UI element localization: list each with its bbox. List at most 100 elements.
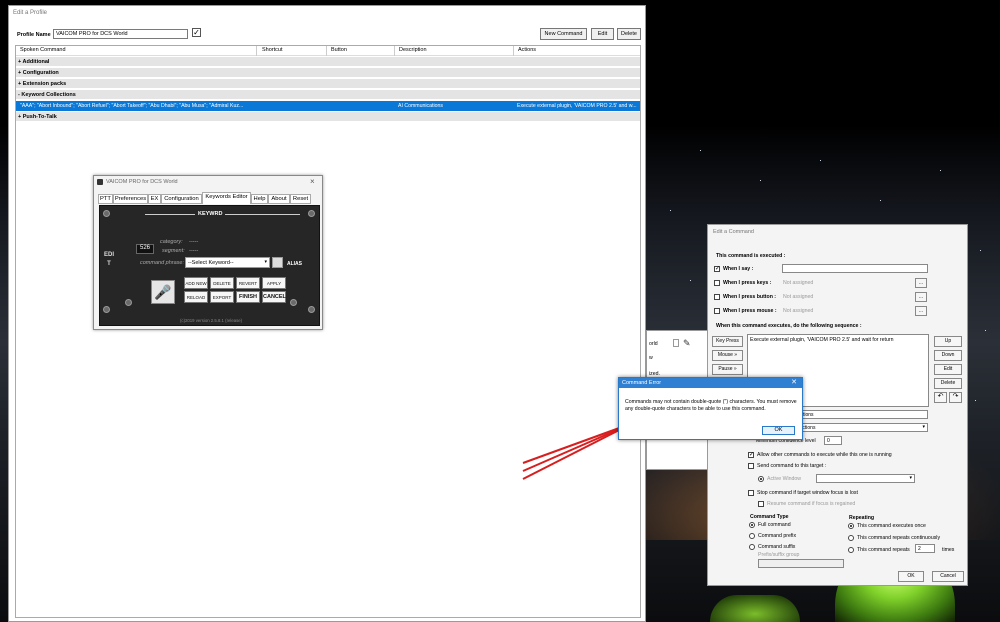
alias-label: ALIAS xyxy=(287,261,302,267)
button-browse-button[interactable]: ... xyxy=(915,292,927,302)
column-description[interactable]: Description xyxy=(399,47,427,53)
allow-others-checkbox[interactable]: ✓ xyxy=(748,452,754,458)
when-i-say-checkbox[interactable]: ✓ xyxy=(714,266,720,272)
column-button[interactable]: Button xyxy=(331,47,347,53)
repeating-title: Repeating xyxy=(849,515,875,521)
prefix-label: Command prefix xyxy=(758,533,797,539)
send-target-checkbox[interactable] xyxy=(748,463,754,469)
spoken-phrase-input[interactable] xyxy=(782,264,928,273)
prefix-group-select[interactable] xyxy=(758,559,844,568)
column-actions[interactable]: Actions xyxy=(518,47,536,53)
delete-button[interactable]: Delete xyxy=(617,28,641,40)
full-command-radio[interactable] xyxy=(749,522,755,528)
group-keyword-collections[interactable]: - Keyword Collections xyxy=(16,90,640,100)
cell-actions: Execute external plugin, 'VAICOM PRO 2.5… xyxy=(517,103,637,109)
keyword-number: 526 xyxy=(136,244,154,254)
error-title: Command Error xyxy=(622,380,662,386)
reload-button[interactable]: RELOAD xyxy=(184,291,208,303)
keyword-select[interactable]: --Select Keyword-- ▾ xyxy=(185,257,270,268)
tab-keywords-editor[interactable]: Keywords Editor xyxy=(202,192,251,204)
tab-ex[interactable]: EX xyxy=(148,194,161,204)
repeats-count-radio[interactable] xyxy=(848,547,854,553)
undo-icon[interactable]: ↶ xyxy=(934,392,947,403)
add-new-button[interactable]: ADD NEW xyxy=(184,277,208,289)
mouse-button[interactable]: Mouse » xyxy=(712,350,743,361)
delete-action-button[interactable]: Delete xyxy=(934,378,962,389)
delete-keyword-button[interactable]: DELETE xyxy=(210,277,234,289)
cell-spoken: "AAA"; "Abort Inbound"; "Abort Refuel"; … xyxy=(20,103,244,109)
ok-button[interactable]: OK xyxy=(898,571,924,582)
keyword-select-value: --Select Keyword-- xyxy=(188,260,234,266)
finish-button[interactable]: FINISH xyxy=(236,291,260,303)
column-shortcut[interactable]: Shortcut xyxy=(262,47,282,53)
repeat-count-stepper[interactable]: 2 xyxy=(915,544,935,553)
executes-once-radio[interactable] xyxy=(848,523,854,529)
mouse-checkbox[interactable] xyxy=(714,308,720,314)
vaicom-window: VAICOM PRO for DCS World × PTT Preferenc… xyxy=(93,175,323,330)
alias-toggle[interactable] xyxy=(272,257,283,268)
down-button[interactable]: Down xyxy=(934,350,962,361)
tent-silhouette xyxy=(710,595,800,622)
microphone-icon[interactable]: 🎤 xyxy=(151,280,175,304)
button-checkbox[interactable] xyxy=(714,294,720,300)
stop-focus-checkbox[interactable] xyxy=(748,490,754,496)
tab-configuration[interactable]: Configuration xyxy=(161,194,202,204)
tab-ptt[interactable]: PTT xyxy=(98,194,113,204)
when-i-say-label: When I say : xyxy=(723,266,754,272)
send-target-label: Send command to this target : xyxy=(757,463,827,469)
keys-browse-button[interactable]: ... xyxy=(915,278,927,288)
mouse-browse-button[interactable]: ... xyxy=(915,306,927,316)
cell-description: AI Communications xyxy=(398,103,443,109)
command-phrase-label: command phrase: xyxy=(140,260,185,266)
window-title: Edit a Profile xyxy=(9,6,645,20)
repeat-count-value: 2 xyxy=(918,546,921,552)
key-press-button[interactable]: Key Press xyxy=(712,336,743,347)
tab-reset[interactable]: Reset xyxy=(290,194,311,204)
target-window-select[interactable]: ▾ xyxy=(816,474,915,483)
version-text: (c)2019 version 2.5.8.1 (release) xyxy=(180,318,243,323)
export-button[interactable]: EXPORT xyxy=(210,291,234,303)
tab-about[interactable]: About xyxy=(268,194,290,204)
new-command-button[interactable]: New Command xyxy=(540,28,587,40)
group-extension-packs[interactable]: + Extension packs xyxy=(16,79,640,89)
group-push-to-talk[interactable]: + Push-To-Talk xyxy=(16,112,640,122)
fragment-text-1: orld xyxy=(649,341,658,347)
apply-button[interactable]: APPLY xyxy=(262,277,286,289)
pause-button[interactable]: Pause » xyxy=(712,364,743,375)
active-window-radio[interactable] xyxy=(758,476,764,482)
category-select[interactable]: Collections ▾ xyxy=(788,423,928,432)
command-error-dialog: Command Error ✕ Commands may not contain… xyxy=(618,377,803,440)
mouse-not-assigned: Not assigned xyxy=(783,308,814,314)
suffix-radio[interactable] xyxy=(749,544,755,550)
group-configuration[interactable]: + Configuration xyxy=(16,68,640,78)
list-item[interactable]: Execute external plugin, 'VAICOM PRO 2.5… xyxy=(750,337,893,343)
tab-preferences[interactable]: Preferences xyxy=(113,194,148,204)
resume-focus-checkbox[interactable] xyxy=(758,501,764,507)
cancel-keyword-button[interactable]: CANCEL xyxy=(262,291,286,303)
min-confidence-input[interactable]: 0 xyxy=(824,436,842,445)
full-command-label: Full command xyxy=(758,522,791,528)
repeats-continuously-radio[interactable] xyxy=(848,535,854,541)
close-icon[interactable]: ✕ xyxy=(791,378,797,386)
revert-button[interactable]: REVERT xyxy=(236,277,260,289)
redo-icon[interactable]: ↷ xyxy=(949,392,962,403)
edit-action-button[interactable]: Edit xyxy=(934,364,962,375)
sequence-label: When this command executes, do the follo… xyxy=(716,323,862,329)
checkmark-icon[interactable]: ✓ xyxy=(192,28,201,37)
group-additional[interactable]: + Additional xyxy=(16,57,640,67)
edit-button[interactable]: Edit xyxy=(591,28,614,40)
cancel-button[interactable]: Cancel xyxy=(932,571,964,582)
error-ok-button[interactable]: OK xyxy=(762,426,795,435)
table-row-selected[interactable]: "AAA"; "Abort Inbound"; "Abort Refuel"; … xyxy=(16,101,640,111)
stop-focus-label: Stop command if target window focus is l… xyxy=(757,490,858,496)
keys-checkbox[interactable] xyxy=(714,280,720,286)
prefix-radio[interactable] xyxy=(749,533,755,539)
column-spoken-command[interactable]: Spoken Command xyxy=(20,47,66,53)
close-icon[interactable]: × xyxy=(310,177,315,186)
profile-name-input[interactable] xyxy=(53,29,188,39)
command-type-title: Command Type xyxy=(750,514,789,520)
description-input[interactable]: unications xyxy=(788,410,928,419)
tab-help[interactable]: Help xyxy=(251,194,268,204)
up-button[interactable]: Up xyxy=(934,336,962,347)
command-grid: Spoken Command Shortcut Button Descripti… xyxy=(15,45,641,618)
